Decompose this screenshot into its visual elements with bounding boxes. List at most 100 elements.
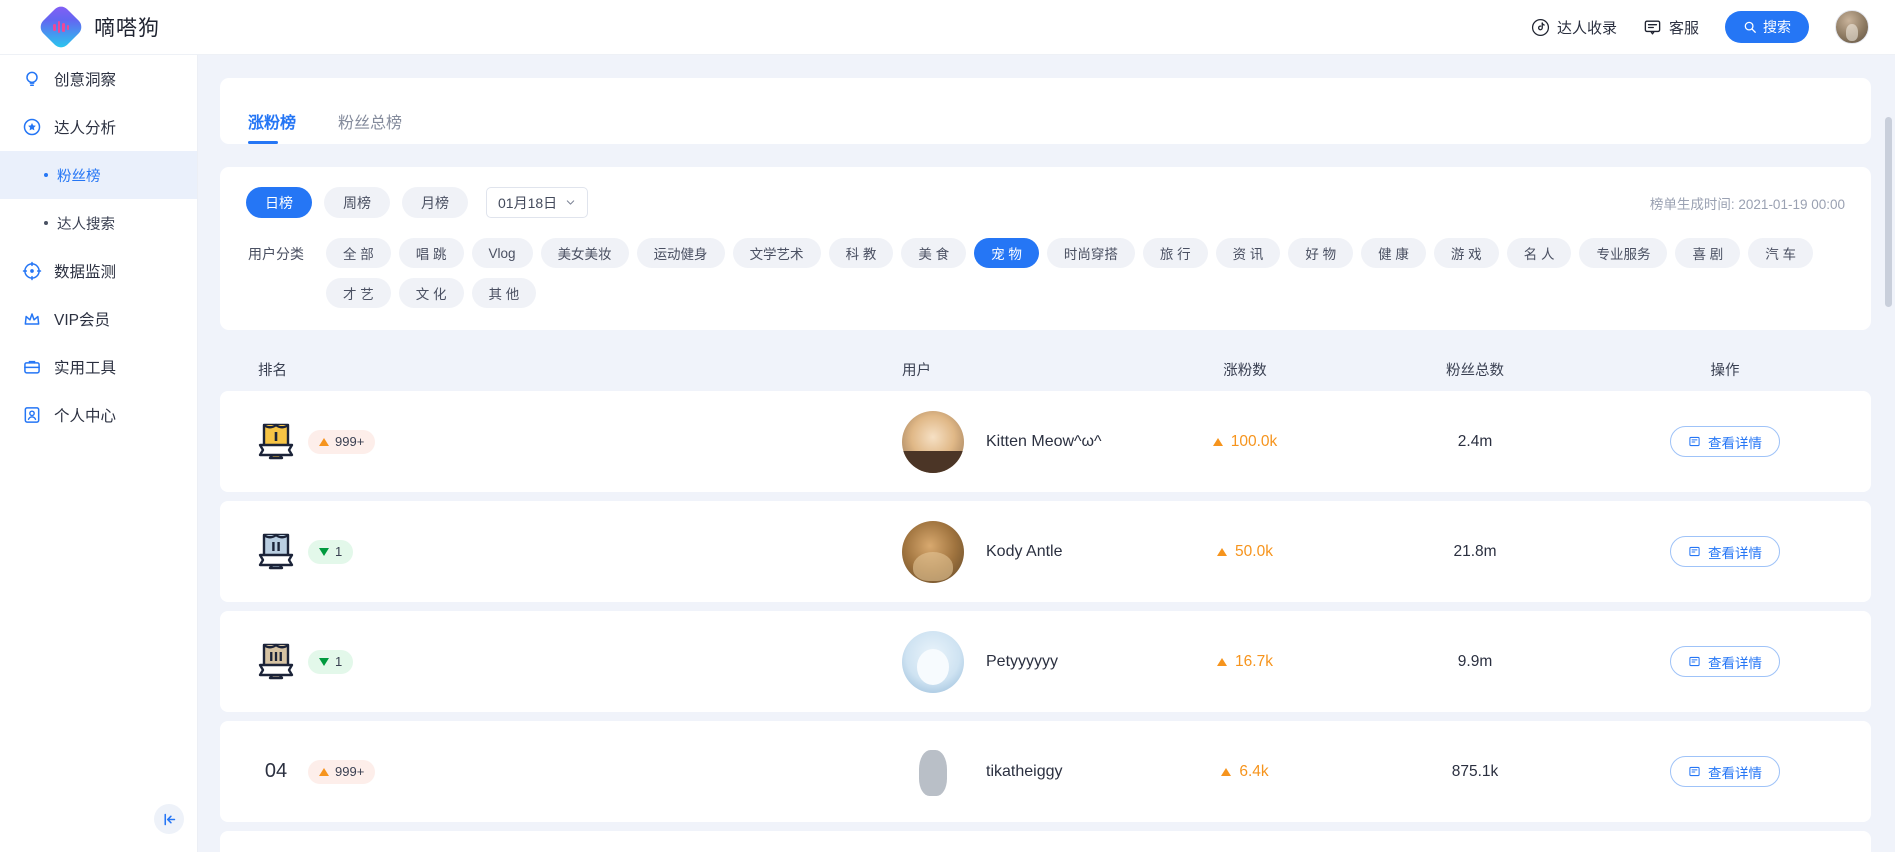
table-row[interactable]: 999+ Kitten Meow^ω^ 100.0k 2.4m 查看详情 xyxy=(220,391,1871,492)
tab-total-fans-rank[interactable]: 粉丝总榜 xyxy=(336,109,404,144)
detail-card-icon xyxy=(1689,766,1700,777)
view-detail-button[interactable]: 查看详情 xyxy=(1670,536,1780,567)
category-chip-21[interactable]: 其 他 xyxy=(471,278,537,308)
table-row[interactable]: 1 Petyyyyyy 16.7k 9.9m 查看详情 xyxy=(220,611,1871,712)
vertical-scrollbar[interactable] xyxy=(1885,117,1892,307)
user-avatar[interactable] xyxy=(902,630,964,693)
sidebar-item-tools[interactable]: 实用工具 xyxy=(0,343,197,391)
table-header-row: 排名 用户 涨粉数 粉丝总数 操作 xyxy=(220,347,1871,391)
app-header: 嘀嗒狗 达人收录 客服 搜索 xyxy=(0,0,1895,55)
action-cell: 查看详情 xyxy=(1590,756,1860,787)
gain-cell: 6.4k xyxy=(1130,763,1360,781)
category-chip-17[interactable]: 喜 剧 xyxy=(1675,238,1741,268)
sidebar-item-talent-search[interactable]: 达人搜索 xyxy=(0,199,197,247)
gain-value: 16.7k xyxy=(1235,652,1273,670)
bronze-medal-iii-icon xyxy=(258,643,294,679)
rank-tabs: 涨粉榜 粉丝总榜 xyxy=(220,78,1871,144)
brand[interactable]: 嘀嗒狗 xyxy=(36,2,160,52)
chat-bubble-icon xyxy=(1644,19,1661,35)
sidebar-item-creative-insight[interactable]: 创意洞察 xyxy=(0,55,197,103)
view-detail-label: 查看详情 xyxy=(1708,435,1762,451)
silver-medal-ii-icon xyxy=(258,533,294,569)
user-cell: Kitten Meow^ω^ xyxy=(590,410,1130,473)
detail-card-icon xyxy=(1689,656,1700,667)
user-avatar[interactable] xyxy=(902,740,964,803)
view-detail-button[interactable]: 查看详情 xyxy=(1670,426,1780,457)
triangle-up-icon xyxy=(1221,767,1232,776)
category-filter-row: 用户分类 全 部 唱 跳 Vlog 美女美妆 运动健身 文学艺术 科 教 美 食… xyxy=(246,238,1845,308)
category-chip-6[interactable]: 科 教 xyxy=(828,238,894,268)
category-chip-11[interactable]: 资 讯 xyxy=(1215,238,1281,268)
table-row[interactable]: 1 Kody Antle 50.0k 21.8m 查看详情 xyxy=(220,501,1871,602)
header-actions: 达人收录 客服 搜索 xyxy=(1531,10,1869,44)
sidebar-item-talent-analysis[interactable]: 达人分析 xyxy=(0,103,197,151)
brand-name: 嘀嗒狗 xyxy=(94,17,160,40)
sidebar-item-label: 粉丝榜 xyxy=(57,168,101,185)
table-row-partial[interactable] xyxy=(220,831,1871,852)
period-monthly[interactable]: 月榜 xyxy=(402,187,468,218)
category-chip-7[interactable]: 美 食 xyxy=(901,238,967,268)
tab-growth-rank[interactable]: 涨粉榜 xyxy=(246,109,298,144)
sidebar-item-fans-rank[interactable]: 粉丝榜 xyxy=(0,151,197,199)
category-chip-16[interactable]: 专业服务 xyxy=(1579,238,1668,268)
gain-cell: 50.0k xyxy=(1130,543,1360,561)
category-chip-15[interactable]: 名 人 xyxy=(1506,238,1572,268)
user-cell: Kody Antle xyxy=(590,520,1130,583)
category-chip-19[interactable]: 才 艺 xyxy=(326,278,391,308)
category-chip-3[interactable]: 美女美妆 xyxy=(540,238,629,268)
category-chip-2[interactable]: Vlog xyxy=(471,238,533,268)
category-chip-1[interactable]: 唱 跳 xyxy=(398,238,464,268)
header-link-support[interactable]: 客服 xyxy=(1643,17,1699,38)
avatar[interactable] xyxy=(1835,10,1869,44)
filter-panel: 日榜 周榜 月榜 01月18日 榜单生成时间: 2021-01-19 00:00… xyxy=(220,167,1871,330)
total-fans-cell: 9.9m xyxy=(1457,652,1493,670)
user-avatar[interactable] xyxy=(902,520,964,583)
tab-label: 涨粉榜 xyxy=(248,115,297,132)
collapse-left-icon xyxy=(163,813,175,825)
category-chip-12[interactable]: 好 物 xyxy=(1288,238,1354,268)
search-button-label: 搜索 xyxy=(1763,19,1791,35)
sidebar-item-profile[interactable]: 个人中心 xyxy=(0,391,197,439)
search-button[interactable]: 搜索 xyxy=(1725,11,1809,43)
period-weekly[interactable]: 周榜 xyxy=(324,187,390,218)
category-chip-5[interactable]: 文学艺术 xyxy=(732,238,821,268)
view-detail-button[interactable]: 查看详情 xyxy=(1670,756,1780,787)
category-chip-8[interactable]: 宠 物 xyxy=(974,238,1039,268)
user-cell: Petyyyyyy xyxy=(590,630,1130,693)
category-chip-10[interactable]: 旅 行 xyxy=(1142,238,1208,268)
category-chip-9[interactable]: 时尚穿搭 xyxy=(1046,238,1135,268)
category-chip-list: 全 部 唱 跳 Vlog 美女美妆 运动健身 文学艺术 科 教 美 食 宠 物 … xyxy=(326,238,1845,308)
category-chip-18[interactable]: 汽 车 xyxy=(1748,238,1813,268)
sidebar-item-label: 达人分析 xyxy=(54,120,117,137)
period-filter-row: 日榜 周榜 月榜 01月18日 榜单生成时间: 2021-01-19 00:00 xyxy=(246,187,1845,218)
rank-cell: 1 xyxy=(220,530,590,574)
triangle-up-icon xyxy=(319,437,329,446)
sidebar-collapse-button[interactable] xyxy=(154,804,184,834)
sidebar-item-vip[interactable]: VIP会员 xyxy=(0,295,197,343)
table-row[interactable]: 04 999+ tikatheiggy 6.4k 875.1k 查看详情 xyxy=(220,721,1871,822)
search-icon xyxy=(1744,21,1756,33)
period-daily[interactable]: 日榜 xyxy=(246,187,312,218)
category-chip-13[interactable]: 健 康 xyxy=(1361,238,1426,268)
category-chip-0[interactable]: 全 部 xyxy=(326,238,391,268)
rank-delta-value: 999+ xyxy=(335,434,365,449)
category-chip-20[interactable]: 文 化 xyxy=(398,278,464,308)
rank-number: 04 xyxy=(264,760,288,782)
gain-cell: 16.7k xyxy=(1130,653,1360,671)
triangle-up-icon xyxy=(1217,547,1228,556)
header-link-talent-collection[interactable]: 达人收录 xyxy=(1531,17,1617,38)
view-detail-label: 查看详情 xyxy=(1708,765,1762,781)
rank-delta-value: 999+ xyxy=(335,764,365,779)
rank-delta-badge: 1 xyxy=(308,539,354,564)
view-detail-label: 查看详情 xyxy=(1708,655,1762,671)
date-select[interactable]: 01月18日 xyxy=(486,187,589,218)
gain-value: 6.4k xyxy=(1239,762,1269,780)
tab-label: 粉丝总榜 xyxy=(338,115,403,132)
rank-delta-badge: 999+ xyxy=(308,429,376,454)
rank-delta-badge: 1 xyxy=(308,649,354,674)
view-detail-button[interactable]: 查看详情 xyxy=(1670,646,1780,677)
category-chip-4[interactable]: 运动健身 xyxy=(636,238,725,268)
user-avatar[interactable] xyxy=(902,410,964,473)
sidebar-item-data-monitor[interactable]: 数据监测 xyxy=(0,247,197,295)
category-chip-14[interactable]: 游 戏 xyxy=(1433,238,1499,268)
